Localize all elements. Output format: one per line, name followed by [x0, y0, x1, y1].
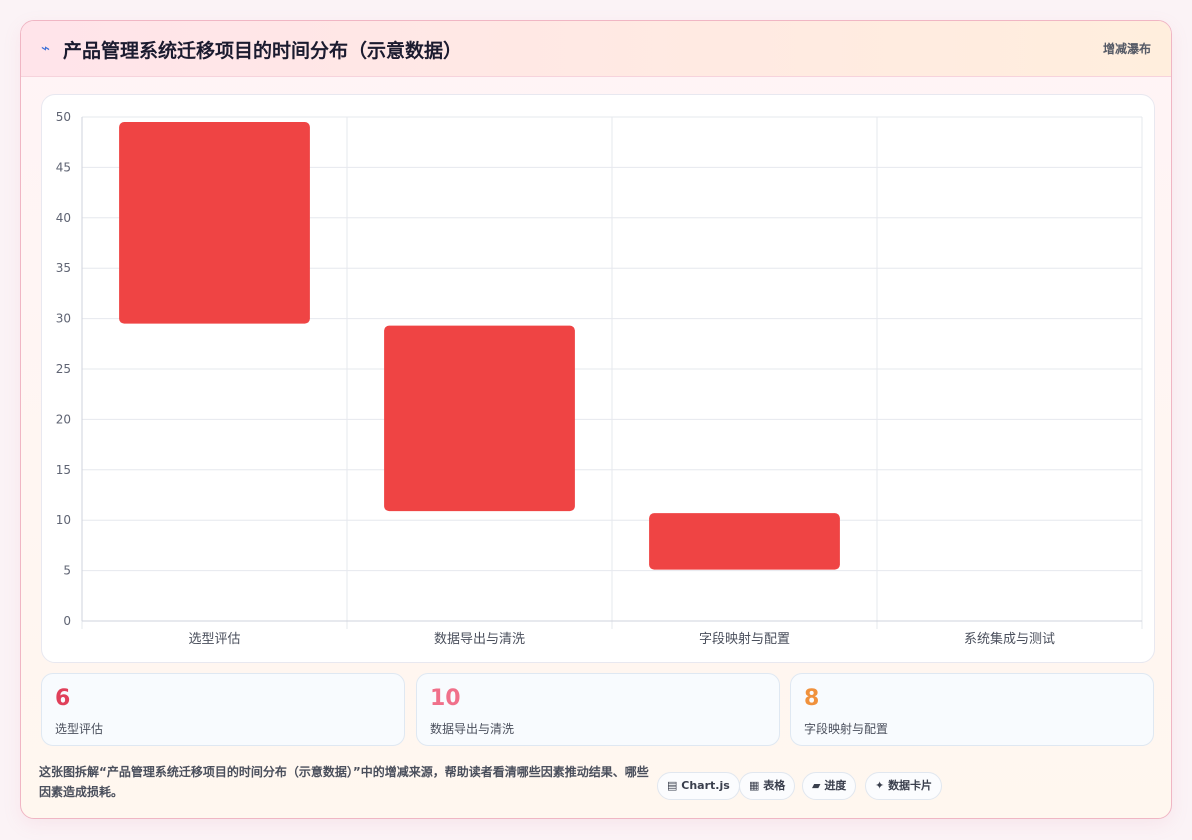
stat-value: 6 [55, 686, 71, 711]
chart-panel: 0 5 10 15 20 25 30 35 40 45 50 选型评估 数据导出与清洗 字段映射与配置 系统… [41, 94, 1155, 663]
stat-card-mapping: 8 字段映射与配置 [790, 673, 1154, 746]
chip-table[interactable]: ▦ 表格 [739, 772, 796, 800]
x-tick-label: 数据导出与清洗 [434, 632, 525, 647]
x-tick-label: 选型评估 [188, 632, 240, 647]
stat-card-export: 10 数据导出与清洗 [416, 673, 780, 746]
y-tick-label: 30 [56, 312, 71, 326]
y-tick-label: 15 [56, 463, 71, 477]
stat-card-selection: 6 选型评估 [41, 673, 405, 746]
stat-cards: 6 选型评估 10 数据导出与清洗 8 字段映射与配置 [41, 673, 1155, 746]
stat-label: 选型评估 [55, 722, 104, 736]
chart-description: 这张图拆解“产品管理系统迁移项目的时间分布（示意数据）”中的增减来源，帮助读者看… [39, 765, 649, 799]
stat-value: 10 [430, 686, 461, 711]
y-tick-label: 0 [63, 614, 71, 628]
stat-value: 8 [804, 686, 820, 711]
progress-icon: ▰ [812, 779, 821, 792]
chip-label: Chart.js [681, 779, 730, 792]
lightning-icon: ⌁ [41, 39, 51, 57]
waterfall-chart: 0 5 10 15 20 25 30 35 40 45 50 选型评估 数据导出与清洗 字段映射与配置 系统… [56, 110, 1143, 647]
chip-label: 表格 [763, 779, 786, 792]
page-title: 产品管理系统迁移项目的时间分布（示意数据） [63, 40, 463, 62]
chip-progress[interactable]: ▰ 进度 [802, 772, 857, 800]
chip-chartjs[interactable]: ▤ Chart.js [657, 772, 740, 800]
bar [119, 122, 310, 324]
bar [384, 325, 575, 512]
card-header: ⌁ 产品管理系统迁移项目的时间分布（示意数据） 增减瀑布 [21, 21, 1171, 77]
chip-label: 数据卡片 [888, 779, 933, 792]
chart-type-tag[interactable]: 增减瀑布 [1103, 40, 1151, 57]
sparkle-icon: ✦ [875, 779, 885, 792]
chip-data-card[interactable]: ✦ 数据卡片 [865, 772, 943, 800]
chip-label: 进度 [824, 779, 847, 792]
bar [649, 513, 840, 570]
x-tick-label: 字段映射与配置 [699, 631, 790, 647]
stat-label: 字段映射与配置 [804, 722, 889, 736]
y-tick-label: 40 [56, 211, 71, 225]
stat-label: 数据导出与清洗 [430, 722, 515, 736]
y-tick-label: 20 [56, 412, 71, 426]
y-tick-label: 35 [56, 261, 71, 275]
table-icon: ▦ [749, 779, 760, 792]
y-tick-label: 45 [56, 160, 71, 174]
y-tick-label: 25 [56, 362, 71, 376]
y-tick-label: 50 [56, 110, 71, 124]
x-tick-label: 系统集成与测试 [964, 631, 1055, 647]
chart-icon: ▤ [667, 779, 678, 792]
y-tick-label: 5 [63, 564, 71, 578]
y-tick-label: 10 [56, 513, 71, 527]
chart-card: ⌁ 产品管理系统迁移项目的时间分布（示意数据） 增减瀑布 0 5 10 15 20 25 3… [20, 20, 1172, 819]
